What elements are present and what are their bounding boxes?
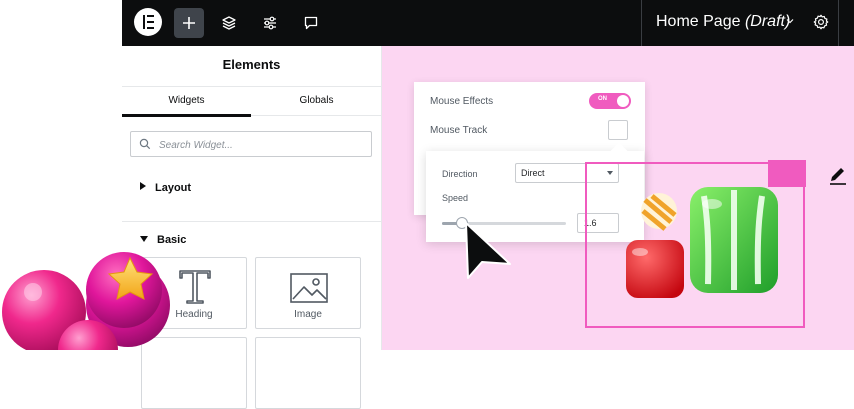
tab-globals[interactable]: Globals: [252, 87, 381, 115]
widget-label: Heading: [175, 309, 213, 320]
notes-button[interactable]: [296, 8, 326, 38]
chevron-down-icon[interactable]: [786, 17, 794, 25]
element-handle[interactable]: [768, 160, 806, 187]
pencil-icon[interactable]: [828, 166, 848, 186]
layers-icon: [222, 16, 236, 30]
editor-topbar: Home Page (Draft): [122, 0, 854, 46]
tab-widgets[interactable]: Widgets: [122, 87, 251, 117]
widget-tile[interactable]: [255, 337, 361, 409]
widget-tile[interactable]: [141, 337, 247, 409]
caret-right-icon: [140, 182, 146, 190]
toggle-knob: [617, 95, 629, 107]
sliders-icon: [264, 16, 276, 30]
elements-panel: Elements Widgets Globals Layout Basic He…: [122, 46, 382, 409]
mouse-track-checkbox[interactable]: [608, 120, 628, 140]
heading-icon: [179, 270, 211, 304]
widget-heading[interactable]: Heading: [141, 257, 247, 329]
page-title: Home Page: [656, 13, 741, 30]
search-widget-field[interactable]: [130, 131, 372, 157]
site-settings-button[interactable]: [255, 8, 285, 38]
topbar-divider: [838, 0, 839, 46]
divider: [122, 221, 381, 222]
widget-label: Image: [294, 309, 322, 320]
search-widget-input[interactable]: [157, 136, 361, 154]
image-icon: [290, 273, 328, 303]
caret-down-icon: [140, 236, 148, 242]
search-icon: [139, 138, 151, 150]
comment-icon: [304, 16, 318, 30]
widget-image[interactable]: Image: [255, 257, 361, 329]
page-title-button[interactable]: Home Page (Draft): [656, 13, 790, 31]
gear-icon[interactable]: [812, 13, 830, 31]
speed-label: Speed: [442, 193, 469, 203]
topbar-divider: [641, 0, 642, 46]
elementor-logo-icon[interactable]: [134, 8, 162, 36]
mouse-track-label: Mouse Track: [430, 125, 488, 136]
structure-button[interactable]: [214, 8, 244, 38]
mouse-effects-label: Mouse Effects: [430, 96, 494, 107]
page-status: (Draft): [744, 13, 791, 30]
section-basic-toggle[interactable]: Basic: [140, 234, 186, 246]
section-layout-toggle[interactable]: Layout: [140, 182, 191, 194]
toggle-text: ON: [598, 96, 607, 102]
panel-title: Elements: [222, 57, 281, 72]
section-label: Basic: [157, 234, 187, 246]
direction-value: Direct: [521, 168, 545, 178]
mouse-effects-toggle[interactable]: ON: [589, 93, 631, 109]
add-element-button[interactable]: [174, 8, 204, 38]
add-icon: [183, 17, 195, 29]
panel-tabs: Widgets Globals: [122, 86, 381, 117]
direction-label: Direction: [442, 169, 478, 179]
mouse-cursor-icon: [465, 222, 511, 279]
section-label: Layout: [155, 182, 192, 194]
